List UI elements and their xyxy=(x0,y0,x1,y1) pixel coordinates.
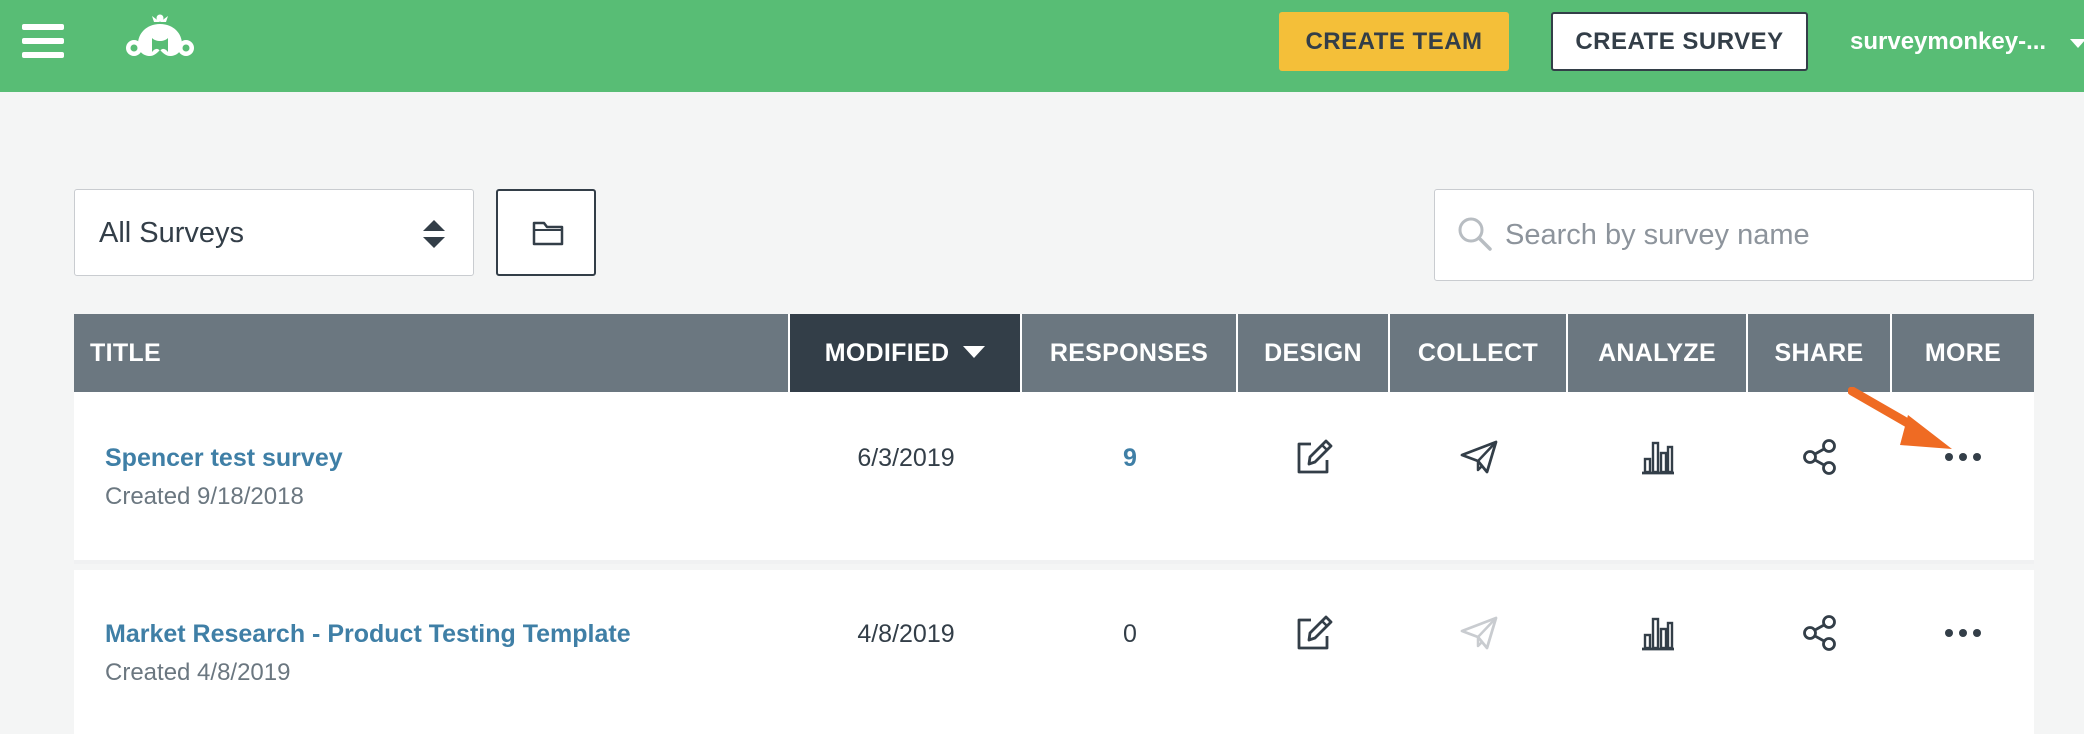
sort-arrows-icon xyxy=(423,220,445,248)
column-header-modified[interactable]: MODIFIED xyxy=(790,314,1022,392)
create-survey-button[interactable]: CREATE SURVEY xyxy=(1551,12,1808,71)
paper-plane-icon xyxy=(1460,616,1498,650)
more-options-button[interactable] xyxy=(1892,608,2034,658)
survey-title-link[interactable]: Spencer test survey xyxy=(105,444,343,473)
table-row: Spencer test survey Created 9/18/2018 6/… xyxy=(74,392,2034,564)
responses-count: 0 xyxy=(1123,620,1137,648)
edit-icon xyxy=(1297,439,1333,474)
modified-date: 4/8/2019 xyxy=(857,620,955,648)
folder-icon xyxy=(532,221,564,246)
survey-title-link[interactable]: Market Research - Product Testing Templa… xyxy=(105,620,631,649)
more-dots-icon xyxy=(1945,629,1981,637)
survey-created-date: Created 9/18/2018 xyxy=(105,483,304,510)
column-header-share: SHARE xyxy=(1748,314,1892,392)
search-input[interactable] xyxy=(1505,204,2005,266)
column-header-analyze: ANALYZE xyxy=(1568,314,1748,392)
search-icon xyxy=(1458,217,1492,251)
column-header-modified-label: MODIFIED xyxy=(824,339,950,367)
modified-date: 6/3/2019 xyxy=(857,444,955,472)
survey-filter-select[interactable]: All Surveys xyxy=(74,189,474,276)
share-icon xyxy=(1803,615,1836,651)
column-header-more: MORE xyxy=(1924,339,2002,367)
collect-responses-button-disabled xyxy=(1390,608,1568,658)
design-survey-button[interactable] xyxy=(1238,432,1390,482)
column-header-responses[interactable]: RESPONSES xyxy=(1022,314,1238,392)
account-name: surveymonkey-... xyxy=(1850,28,2047,55)
top-navigation-bar: CREATE TEAM CREATE SURVEY surveymonkey-.… xyxy=(0,0,2084,92)
survey-created-date: Created 4/8/2019 xyxy=(105,659,291,686)
folder-button[interactable] xyxy=(496,189,596,276)
share-icon xyxy=(1803,439,1836,475)
account-menu[interactable]: surveymonkey-... xyxy=(1850,22,2084,62)
bar-chart-icon xyxy=(1642,617,1674,651)
create-team-button[interactable]: CREATE TEAM xyxy=(1279,12,1509,71)
analyze-results-button[interactable] xyxy=(1568,608,1748,658)
column-header-design: DESIGN xyxy=(1238,314,1390,392)
survey-search-field[interactable] xyxy=(1434,189,2034,281)
analyze-results-button[interactable] xyxy=(1568,432,1748,482)
annotation-arrow xyxy=(1848,387,1952,449)
column-header-collect: COLLECT xyxy=(1390,314,1568,392)
survey-filter-value: All Surveys xyxy=(99,217,245,249)
collect-responses-button[interactable] xyxy=(1390,432,1568,482)
edit-icon xyxy=(1297,615,1333,650)
chevron-down-icon xyxy=(2070,39,2084,48)
bar-chart-icon xyxy=(1642,441,1674,475)
surveymonkey-logo[interactable] xyxy=(122,10,198,66)
survey-table-header: TITLE MODIFIED RESPONSES DESIGN COLLECT … xyxy=(74,314,2034,392)
table-row: Market Research - Product Testing Templa… xyxy=(74,570,2034,734)
menu-icon[interactable] xyxy=(22,22,64,60)
responses-count-link[interactable]: 9 xyxy=(1022,444,1238,473)
paper-plane-icon xyxy=(1460,440,1498,474)
sort-desc-icon xyxy=(963,346,986,359)
share-survey-button[interactable] xyxy=(1748,608,1892,658)
design-survey-button[interactable] xyxy=(1238,608,1390,658)
column-header-title[interactable]: TITLE xyxy=(74,314,790,392)
